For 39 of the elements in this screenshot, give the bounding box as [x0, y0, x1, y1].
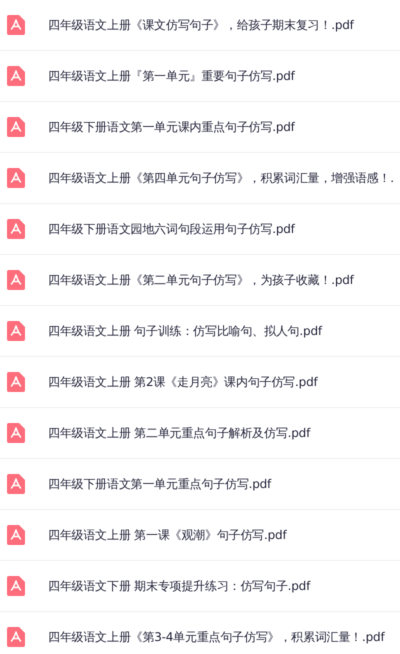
- pdf-file-icon: [7, 66, 25, 86]
- file-name: 四年级语文下册 期末专项提升练习：仿写句子.pdf: [48, 578, 310, 594]
- file-name: 四年级语文上册《第二单元句子仿写》，为孩子收藏！.pdf: [48, 272, 354, 288]
- file-name: 四年级语文上册『第一单元』重要句子仿写.pdf: [48, 68, 295, 84]
- file-item[interactable]: 四年级下册语文第一单元重点句子仿写.pdf: [0, 459, 400, 510]
- file-name: 四年级下册语文园地六词句段运用句子仿写.pdf: [48, 220, 295, 238]
- pdf-file-icon: [7, 168, 25, 188]
- file-name: 四年级语文上册 句子训练：仿写比喻句、拟人句.pdf: [48, 322, 322, 340]
- file-name: 四年级语文上册 第一课《观潮》句子仿写.pdf: [48, 526, 286, 544]
- pdf-file-icon: [7, 117, 25, 137]
- pdf-file-icon: [7, 321, 25, 341]
- file-item[interactable]: 四年级语文上册 第二单元重点句子解析及仿写.pdf: [0, 408, 400, 459]
- pdf-file-icon: [7, 627, 25, 647]
- file-item[interactable]: 四年级下册语文第一单元课内重点句子仿写.pdf: [0, 102, 400, 153]
- pdf-file-icon: [7, 525, 25, 545]
- file-item[interactable]: 四年级语文上册《第四单元句子仿写》，积累词汇量，增强语感！.: [0, 153, 400, 204]
- pdf-file-icon: [7, 15, 25, 35]
- file-name: 四年级下册语文第一单元重点句子仿写.pdf: [48, 476, 272, 492]
- pdf-file-icon: [7, 372, 25, 392]
- file-item[interactable]: 四年级下册语文园地六词句段运用句子仿写.pdf: [0, 204, 400, 255]
- file-name: 四年级语文上册 第二单元重点句子解析及仿写.pdf: [48, 424, 310, 442]
- file-name: 四年级语文上册《第3-4单元重点句子仿写》，积累词汇量！.pdf: [48, 628, 384, 646]
- file-item[interactable]: 四年级语文上册《课文仿写句子》，给孩子期末复习！.pdf: [0, 0, 400, 51]
- file-item[interactable]: 四年级语文上册 第2课《走月亮》课内句子仿写.pdf: [0, 357, 400, 408]
- pdf-file-icon: [7, 270, 25, 290]
- file-name: 四年级语文上册 第2课《走月亮》课内句子仿写.pdf: [48, 374, 318, 390]
- file-item[interactable]: 四年级语文上册《第3-4单元重点句子仿写》，积累词汇量！.pdf: [0, 612, 400, 654]
- file-name: 四年级语文上册《第四单元句子仿写》，积累词汇量，增强语感！.: [48, 170, 394, 186]
- file-item[interactable]: 四年级语文下册 期末专项提升练习：仿写句子.pdf: [0, 561, 400, 612]
- file-item[interactable]: 四年级语文上册《第二单元句子仿写》，为孩子收藏！.pdf: [0, 255, 400, 306]
- pdf-file-icon: [7, 423, 25, 443]
- file-item[interactable]: 四年级语文上册 第一课《观潮》句子仿写.pdf: [0, 510, 400, 561]
- pdf-file-icon: [7, 576, 25, 596]
- file-item[interactable]: 四年级语文上册 句子训练：仿写比喻句、拟人句.pdf: [0, 306, 400, 357]
- pdf-file-icon: [7, 474, 25, 494]
- pdf-file-icon: [7, 219, 25, 239]
- file-name: 四年级语文上册《课文仿写句子》，给孩子期末复习！.pdf: [48, 16, 354, 34]
- file-name: 四年级下册语文第一单元课内重点句子仿写.pdf: [48, 118, 295, 136]
- file-item[interactable]: 四年级语文上册『第一单元』重要句子仿写.pdf: [0, 51, 400, 102]
